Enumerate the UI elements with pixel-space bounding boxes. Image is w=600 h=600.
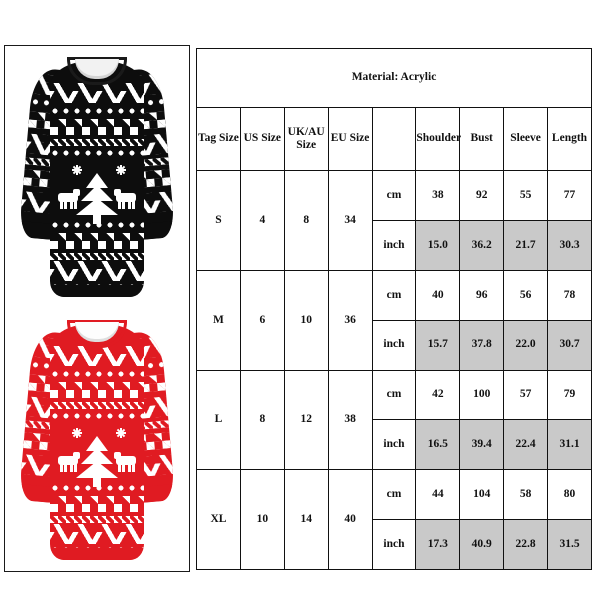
cell-length-cm: 77: [547, 170, 592, 221]
column-header-eu-size: EU Size: [327, 107, 373, 171]
cell-tag-size: S: [196, 170, 241, 271]
cell-eu-size: 36: [327, 269, 373, 371]
cell-uk-size: 8: [283, 170, 329, 271]
cell-sleeve-inch: 22.4: [503, 419, 548, 471]
cell-length-cm: 79: [547, 369, 592, 421]
cell-unit-inch: inch: [371, 419, 417, 471]
cell-shoulder-cm: 44: [415, 469, 461, 521]
product-image-panel: [4, 45, 190, 572]
table-row: S 4 8 34 cm 38 92 55 77: [196, 170, 592, 271]
cell-uk-size: 12: [283, 369, 329, 471]
cell-length-inch: 31.5: [547, 519, 592, 570]
reindeer-motif-right: [114, 451, 138, 472]
reindeer-motif-left: [56, 189, 80, 210]
black-sweater-dress-illustration: [18, 53, 176, 301]
column-header-shoulder: Shoulder: [415, 107, 461, 171]
reindeer-motif-right: [114, 189, 138, 210]
cell-length-inch: 31.1: [547, 419, 592, 471]
cell-sleeve-cm: 57: [503, 369, 548, 421]
cell-sleeve-cm: 58: [503, 469, 548, 521]
cell-bust-inch: 39.4: [459, 419, 505, 471]
table-row: M 6 10 36 cm 40 96 56 78: [196, 269, 592, 371]
cell-shoulder-cm: 42: [415, 369, 461, 421]
column-header-uk-au-size: UK/AU Size: [283, 107, 329, 171]
cell-unit-inch: inch: [371, 219, 417, 271]
cell-unit-inch: inch: [371, 319, 417, 371]
cell-tag-size: XL: [196, 469, 241, 570]
table-row: XL 10 14 40 cm 44 104 58 80: [196, 469, 592, 570]
cell-length-inch: 30.3: [547, 219, 592, 271]
cell-bust-inch: 40.9: [459, 519, 505, 570]
cell-eu-size: 38: [327, 369, 373, 471]
cell-unit-inch: inch: [371, 519, 417, 570]
cell-unit-cm: cm: [371, 170, 417, 221]
size-chart-table: Material: Acrylic Tag Size US Size UK/AU…: [196, 48, 592, 570]
cell-unit-cm: cm: [371, 269, 417, 321]
cell-us-size: 8: [239, 369, 285, 471]
column-header-us-size: US Size: [239, 107, 285, 171]
cell-tag-size: L: [196, 369, 241, 471]
cell-sleeve-cm: 55: [503, 170, 548, 221]
reindeer-motif-left: [56, 451, 80, 472]
column-header-unit: [371, 107, 417, 171]
christmas-tree-motif: [76, 435, 118, 487]
christmas-tree-motif: [76, 173, 118, 225]
dress-body: [50, 323, 144, 560]
column-header-length: Length: [547, 107, 592, 171]
cell-uk-size: 10: [283, 269, 329, 371]
material-title: Material: Acrylic: [196, 48, 592, 108]
cell-us-size: 4: [239, 170, 285, 271]
red-sweater-dress-illustration: [18, 316, 176, 564]
cell-us-size: 10: [239, 469, 285, 570]
cell-sleeve-inch: 22.8: [503, 519, 548, 570]
cell-bust-cm: 104: [459, 469, 505, 521]
cell-shoulder-inch: 16.5: [415, 419, 461, 471]
cell-bust-inch: 37.8: [459, 319, 505, 371]
size-chart-container: Material: Acrylic Tag Size US Size UK/AU…: [196, 48, 592, 570]
cell-bust-cm: 100: [459, 369, 505, 421]
cell-shoulder-inch: 15.7: [415, 319, 461, 371]
cell-eu-size: 34: [327, 170, 373, 271]
product-image-red: [5, 309, 189, 572]
cell-unit-cm: cm: [371, 469, 417, 521]
column-header-bust: Bust: [459, 107, 505, 171]
cell-uk-size: 14: [283, 469, 329, 570]
cell-shoulder-cm: 40: [415, 269, 461, 321]
table-title-row: Material: Acrylic: [196, 48, 592, 108]
cell-sleeve-inch: 22.0: [503, 319, 548, 371]
cell-us-size: 6: [239, 269, 285, 371]
cell-sleeve-cm: 56: [503, 269, 548, 321]
cell-length-cm: 78: [547, 269, 592, 321]
table-header-row: Tag Size US Size UK/AU Size EU Size Shou…: [196, 107, 592, 171]
column-header-sleeve: Sleeve: [503, 107, 548, 171]
cell-length-inch: 30.7: [547, 319, 592, 371]
cell-shoulder-inch: 17.3: [415, 519, 461, 570]
cell-eu-size: 40: [327, 469, 373, 570]
table-row: L 8 12 38 cm 42 100 57 79: [196, 369, 592, 471]
cell-length-cm: 80: [547, 469, 592, 521]
cell-bust-cm: 92: [459, 170, 505, 221]
cell-shoulder-cm: 38: [415, 170, 461, 221]
cell-bust-inch: 36.2: [459, 219, 505, 271]
cell-tag-size: M: [196, 269, 241, 371]
dress-body: [50, 61, 144, 298]
product-size-chart-page: Material: Acrylic Tag Size US Size UK/AU…: [0, 0, 600, 600]
column-header-tag-size: Tag Size: [196, 107, 241, 171]
cell-unit-cm: cm: [371, 369, 417, 421]
product-image-black: [5, 46, 189, 309]
cell-shoulder-inch: 15.0: [415, 219, 461, 271]
cell-bust-cm: 96: [459, 269, 505, 321]
cell-sleeve-inch: 21.7: [503, 219, 548, 271]
